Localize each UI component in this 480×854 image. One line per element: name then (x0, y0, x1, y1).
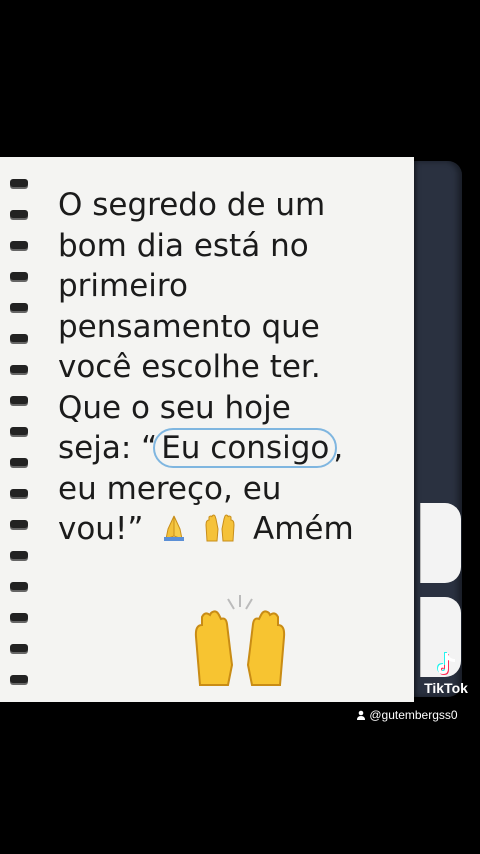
binding-ring (10, 582, 28, 590)
binding-ring (10, 489, 28, 497)
message-line: bom dia está no (58, 227, 309, 264)
raising-hands-large-emoji-icon (194, 595, 286, 686)
binding-ring (10, 365, 28, 373)
binding-ring (10, 210, 28, 218)
binding-ring (10, 179, 28, 187)
binding-ring (10, 613, 28, 621)
binding-ring (10, 520, 28, 528)
raising-hands-emoji-icon (205, 514, 235, 542)
message-line: pensamento que (58, 308, 320, 345)
user-icon (357, 710, 365, 720)
binding-ring (10, 241, 28, 249)
binding-ring (10, 458, 28, 466)
message-line: Amém (253, 511, 354, 547)
notebook-tab (420, 503, 461, 583)
message-line: eu mereço, eu (58, 470, 282, 507)
binding-ring (10, 334, 28, 342)
binding-ring (10, 303, 28, 311)
tiktok-brand-text: TikTok (424, 680, 468, 696)
creator-handle-text: @gutembergss0 (369, 708, 458, 722)
message-text: O segredo de um bom dia está no primeiro… (58, 185, 408, 550)
message-line: , (333, 430, 344, 466)
tiktok-logo-icon (437, 652, 455, 675)
binding-ring (10, 427, 28, 435)
message-line: seja: “ (58, 430, 158, 466)
message-line: vou!” (58, 511, 144, 547)
creator-handle: @gutembergss0 (356, 708, 458, 722)
praying-hands-emoji-icon (164, 515, 185, 541)
binding-ring (10, 644, 28, 652)
spiral-binding (10, 179, 30, 683)
highlighted-phrase: Eu consigo (153, 428, 338, 468)
notebook: O segredo de um bom dia está no primeiro… (0, 157, 468, 702)
message-line: você escolhe ter. (58, 349, 321, 385)
notebook-page: O segredo de um bom dia está no primeiro… (0, 157, 414, 702)
tiktok-watermark: TikTok (412, 650, 480, 696)
message-line: Que o seu hoje (58, 389, 291, 426)
binding-ring (10, 272, 28, 280)
binding-ring (10, 396, 28, 404)
binding-ring (10, 675, 28, 683)
message-line: O segredo de um (58, 187, 326, 223)
message-line: primeiro (58, 268, 188, 304)
binding-ring (10, 551, 28, 559)
